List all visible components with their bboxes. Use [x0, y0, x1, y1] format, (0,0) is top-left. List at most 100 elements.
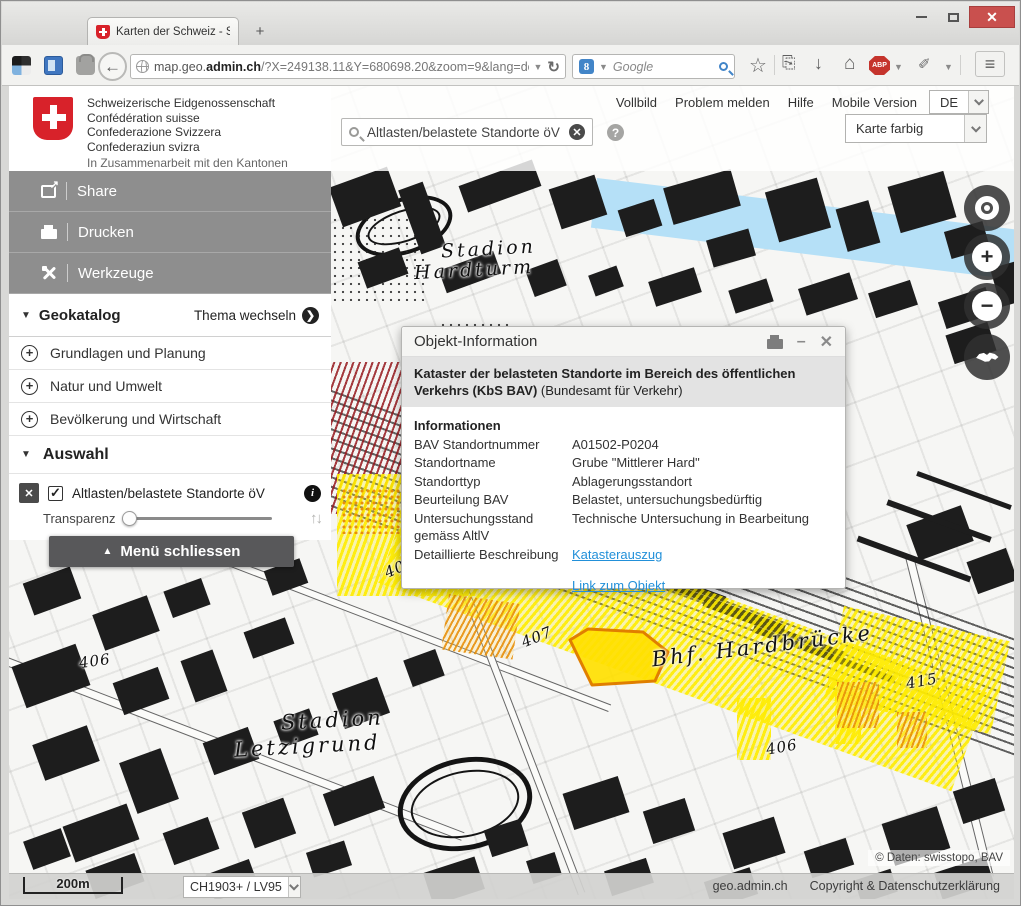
geoadmin-link[interactable]: geo.admin.ch: [713, 879, 788, 893]
search-icon: [349, 127, 359, 137]
search-help-icon[interactable]: ?: [607, 124, 624, 141]
zoom-in-button[interactable]: +: [964, 234, 1010, 280]
clear-search-icon[interactable]: ✕: [569, 124, 585, 140]
katasterauszug-link[interactable]: Katasterauszug: [572, 547, 662, 562]
page-viewport: Stadion Hardturm Bhf. Hardbrücke Stadion…: [9, 86, 1014, 899]
map-attribution: © Daten: swisstopo, BAV: [868, 850, 1010, 866]
search-input[interactable]: [365, 124, 563, 141]
transparency-slider[interactable]: [124, 517, 272, 520]
close-menu-button[interactable]: ▲ Menü schliessen: [49, 536, 294, 567]
tools-icon: [41, 265, 57, 281]
browser-tab[interactable]: Karten der Schweiz - Schweize...: [87, 17, 239, 46]
default-extent-button[interactable]: [964, 334, 1010, 380]
org-line: Confederaziun svizra: [87, 140, 275, 155]
popup-body: Informationen BAV Standortnummer A01502-…: [402, 407, 845, 605]
catalog-item-grundlagen[interactable]: + Grundlagen und Planung: [9, 337, 331, 370]
map-building: [588, 266, 624, 297]
copyright-link[interactable]: Copyright & Datenschutzerklärung: [810, 879, 1000, 893]
object-information-popup: Objekt-Information – ✕ Kataster der bela…: [401, 326, 846, 589]
adblock-icon[interactable]: ABP: [869, 56, 890, 75]
menu-hamburger-icon[interactable]: ≡: [975, 51, 1005, 77]
search-engine-dropdown-icon[interactable]: ▼: [599, 62, 608, 72]
sidebar-item-share[interactable]: Share: [9, 171, 331, 212]
reload-icon[interactable]: ↻: [547, 58, 560, 76]
slider-knob[interactable]: [122, 511, 137, 526]
projection-select[interactable]: CH1903+ / LV95: [183, 876, 301, 898]
map-search-box: ✕: [341, 118, 593, 146]
addon-dropdown-icon[interactable]: ▼: [944, 62, 953, 72]
row-value: Ablagerungsstandort: [572, 473, 833, 491]
map-building: [798, 272, 858, 315]
url-dropdown-icon[interactable]: ▼: [534, 62, 543, 72]
map-building: [23, 828, 71, 870]
map-building: [722, 817, 785, 870]
row-value: Technische Untersuchung in Bearbeitung: [572, 510, 833, 545]
layer-reorder-icons[interactable]: ↑↓: [310, 510, 321, 527]
swiss-coat-of-arms-logo: [33, 97, 73, 140]
org-line: Schweizerische Eidgenossenschaft: [87, 96, 275, 111]
object-link[interactable]: Link zum Objekt: [572, 578, 665, 593]
adblock-dropdown-icon[interactable]: ▼: [894, 62, 903, 72]
row-label: Standorttyp: [414, 473, 564, 491]
remove-layer-button[interactable]: ✕: [19, 483, 39, 503]
map-building: [244, 617, 295, 658]
cooperation-text: In Zusammenarbeit mit den Kantonen: [87, 156, 288, 170]
link-vollbild[interactable]: Vollbild: [616, 95, 657, 110]
bookmark-star-icon[interactable]: ☆: [749, 53, 767, 78]
url-text: map.geo.admin.ch/?X=249138.11&Y=680698.2…: [154, 60, 529, 74]
triangle-up-icon: ▲: [103, 546, 113, 557]
layer-info-icon[interactable]: i: [304, 485, 321, 502]
popup-minimize-icon[interactable]: –: [797, 333, 806, 351]
link-hilfe[interactable]: Hilfe: [788, 95, 814, 110]
scale-label: 200m: [25, 876, 121, 891]
sidebar-item-werkzeuge[interactable]: Werkzeuge: [9, 253, 331, 294]
layer-checkbox[interactable]: ✓: [48, 486, 63, 501]
header: Schweizerische Eidgenossenschaft Confédé…: [9, 86, 331, 171]
toolbar-ext-icon-2[interactable]: [44, 56, 63, 75]
sidebar-item-drucken[interactable]: Drucken: [9, 212, 331, 253]
link-mobile-version[interactable]: Mobile Version: [832, 95, 917, 110]
browser-search-box[interactable]: 8 ▼ Google: [572, 54, 735, 79]
catalog-label: Natur und Umwelt: [50, 378, 162, 394]
url-bar[interactable]: map.geo.admin.ch/?X=249138.11&Y=680698.2…: [130, 54, 566, 79]
zoom-out-button[interactable]: −: [964, 283, 1010, 329]
new-tab-button[interactable]: +: [247, 21, 273, 42]
downloads-icon[interactable]: ↓: [814, 53, 823, 74]
popup-titlebar[interactable]: Objekt-Information – ✕: [402, 327, 845, 357]
map-style-select[interactable]: Karte farbig: [845, 114, 987, 143]
back-button[interactable]: ←: [98, 52, 127, 81]
titlebar: Karten der Schweiz - Schweize... + ✕: [2, 2, 1019, 45]
clipboard-icon[interactable]: ⎘: [782, 53, 796, 73]
map-building: [953, 778, 1005, 824]
site-identity-globe-icon[interactable]: [136, 60, 149, 73]
map-building: [916, 471, 1012, 510]
geolocation-button[interactable]: [964, 185, 1010, 231]
home-icon[interactable]: ⌂: [844, 53, 855, 75]
popup-print-icon[interactable]: [767, 339, 783, 349]
link-problem-melden[interactable]: Problem melden: [675, 95, 770, 110]
layer-row: ✕ ✓ Altlasten/belastete Standorte öV i: [19, 480, 321, 506]
auswahl-header[interactable]: ▼ Auswahl: [9, 436, 331, 474]
toolbar-ext-icon-1[interactable]: [12, 56, 31, 75]
map-label-stadion-letzigrund-2: Letzigrund: [233, 730, 381, 762]
language-select[interactable]: DE: [929, 90, 989, 114]
change-theme-link[interactable]: Thema wechseln ❯: [194, 307, 319, 324]
window-close-button[interactable]: ✕: [969, 6, 1015, 28]
row-label: BAV Standortnummer: [414, 436, 564, 454]
toolbar-ext-icon-3[interactable]: [76, 56, 95, 75]
addon-icon[interactable]: ✐: [918, 55, 936, 74]
minimize-icon: [916, 16, 927, 18]
chevron-down-icon: [968, 91, 988, 113]
geokatalog-header[interactable]: ▼ Geokatalog Thema wechseln ❯: [9, 294, 331, 337]
window-maximize-button[interactable]: [939, 6, 967, 28]
map-building: [306, 840, 352, 877]
search-magnifier-icon[interactable]: [719, 62, 728, 71]
map-building: [63, 804, 140, 863]
popup-close-icon[interactable]: ✕: [820, 332, 833, 352]
map-building: [163, 817, 220, 865]
catalog-item-natur[interactable]: + Natur und Umwelt: [9, 370, 331, 403]
window-minimize-button[interactable]: [907, 6, 935, 28]
map-building: [728, 278, 773, 313]
auswahl-label: Auswahl: [43, 446, 109, 464]
catalog-item-bevoelkerung[interactable]: + Bevölkerung und Wirtschaft: [9, 403, 331, 436]
